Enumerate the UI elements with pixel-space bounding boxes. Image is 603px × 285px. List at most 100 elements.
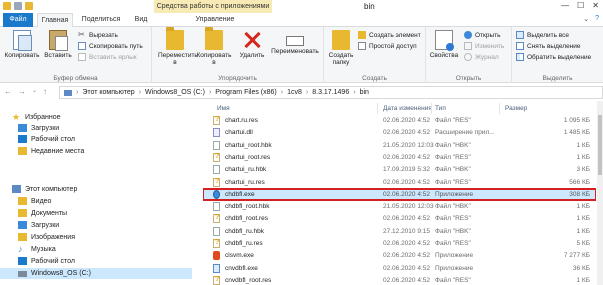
folder-icon[interactable] [3,2,11,10]
column-type[interactable]: Тип [435,105,446,112]
forward-arrow-icon[interactable]: → [18,87,26,96]
table-row-selected[interactable]: chdbfl.exe 02.06.2020 4:52 Приложение 308 К… [203,187,596,201]
new-folder-icon[interactable] [25,2,33,10]
file-size: 308 КБ [569,190,590,198]
nav-documents[interactable]: Документы [18,209,67,217]
save-icon[interactable] [14,2,22,10]
tab-view[interactable]: Вид [128,13,154,27]
select-all-button[interactable]: Выделить все [516,31,569,39]
copy-path-button[interactable]: Скопировать путь [78,42,143,50]
res-file-icon [213,152,220,162]
file-size: 36 КБ [572,264,590,272]
nav-drive[interactable]: Windows8_OS (C:) [0,268,192,279]
table-row[interactable]: chartui_ru.hbk 17.09.2019 5:32 Файл "HBK" 3… [203,164,596,175]
nav-music[interactable]: ♪ Музыка [18,244,56,254]
tab-file[interactable]: Файл [3,13,33,27]
res-file-icon [213,275,220,285]
move-folder-icon [166,27,184,50]
scrollbar-thumb[interactable] [598,115,602,175]
table-row[interactable]: chdbfl_ru.hbk 27.12.2010 9:15 Файл "HBK" 1 … [203,226,596,237]
file-type: Файл "RES" [435,117,471,124]
address-bar[interactable]: › Этот компьютер › Windows8_OS (C:) › Pr… [59,86,603,99]
select-none-button[interactable]: Снять выделение [516,42,581,50]
ribbon-controls: ⌄ ? [583,15,599,23]
properties-button[interactable]: Свойства [429,30,459,59]
table-row[interactable]: chartui_root.res 02.06.2020 4:52 Файл "RES… [203,152,596,163]
move-to-button[interactable]: Переместить в [158,27,198,66]
file-date: 02.06.2020 4:52 [383,117,430,124]
close-icon[interactable]: ✕ [592,0,599,11]
paste-shortcut-button[interactable]: Вставить ярлык [78,53,137,61]
cut-button[interactable]: ✂ Вырезать [78,31,118,39]
table-row[interactable]: clsvm.exe 02.06.2020 4:52 Приложение 7 277 … [203,250,596,261]
help-icon[interactable]: ? [595,15,599,23]
table-row[interactable]: cnvdbfl.exe 02.06.2020 4:52 Приложение 36 К… [203,263,596,274]
select-none-icon [516,42,524,50]
column-name[interactable]: Имя [217,105,230,112]
breadcrumb-this-pc[interactable]: Этот компьютер [82,89,134,96]
navigation-arrows: ← → ⌄ ↑ [4,87,47,96]
open-group: Свойства Открыть Изменить Журнал Открыть [426,27,512,83]
vertical-scrollbar[interactable] [597,101,603,285]
paste-button[interactable]: Вставить [41,30,75,59]
copy-to-button[interactable]: Копировать в [196,27,232,66]
nav-desktop-pc[interactable]: Рабочий стол [18,257,75,265]
table-row[interactable]: chart.ru.res 02.06.2020 4:52 Файл "RES" 1 0… [203,115,596,126]
dll-file-icon [213,128,220,138]
tab-home[interactable]: Главная [37,13,73,28]
delete-button[interactable]: Удалить [238,30,266,59]
nav-desktop[interactable]: Рабочий стол [18,135,75,143]
table-row[interactable]: chartui.dll 02.06.2020 4:52 Расширение при… [203,127,596,138]
breadcrumb-version[interactable]: 8.3.17.1496 [312,89,349,96]
open-button[interactable]: Открыть [464,31,501,39]
nav-this-pc[interactable]: Этот компьютер [12,185,77,193]
file-size: 5 КБ [576,240,590,247]
breadcrumb-1cv8[interactable]: 1cv8 [287,89,302,96]
tab-share[interactable]: Поделиться [76,13,126,27]
invert-selection-button[interactable]: Обратить выделение [516,53,591,61]
history-button[interactable]: Журнал [464,53,499,61]
breadcrumb-program-files[interactable]: Program Files (x86) [215,89,276,96]
nav-recent[interactable]: Недавние места [18,147,84,155]
application-icon [213,189,220,199]
open-group-label: Открыть [455,75,482,82]
window-controls: — ☐ ✕ [561,0,599,11]
document-icon [213,226,220,236]
maximize-icon[interactable]: ☐ [577,0,584,11]
res-file-icon [213,116,220,125]
new-item-icon [358,31,366,39]
chevron-down-icon[interactable]: ⌄ [32,87,37,96]
column-size[interactable]: Размер [505,105,527,112]
new-item-button[interactable]: Создать элемент [358,31,421,39]
up-arrow-icon[interactable]: ↑ [43,87,47,96]
table-row[interactable]: chdbfl_root.res 02.06.2020 4:52 Файл "RES"… [203,213,596,224]
column-date[interactable]: Дата изменения [383,105,432,112]
table-row[interactable]: cnvdbfl_root.res 02.06.2020 4:52 Файл "RES… [203,275,596,285]
copy-button[interactable]: Копировать [3,30,41,59]
nav-downloads-pc[interactable]: Загрузки [18,221,59,229]
edit-button[interactable]: Изменить [464,42,504,50]
breadcrumb-drive[interactable]: Windows8_OS (C:) [145,89,205,96]
chevron-down-icon[interactable]: ⌄ [583,15,589,23]
nav-video[interactable]: Видео [18,197,51,205]
easy-access-button[interactable]: Простой доступ [358,42,417,50]
file-date: 02.06.2020 4:52 [383,276,430,284]
breadcrumb-bin[interactable]: bin [360,89,369,96]
rename-button[interactable]: Переименовать [268,30,322,55]
table-row[interactable]: chdbfl_root.hbk 21.05.2020 12:03 Файл "HBK… [203,201,596,212]
new-folder-button[interactable]: Создать папку [327,30,355,66]
nav-downloads[interactable]: Загрузки [18,124,59,132]
tab-manage[interactable]: Управление [158,13,272,27]
table-row[interactable]: chartui_ru.res 02.06.2020 4:52 Файл "RES" 5… [203,177,596,188]
document-icon [213,165,220,175]
nav-pictures[interactable]: Изображения [18,233,75,241]
nav-favorites[interactable]: ★ Избранное [12,113,60,122]
file-type: Файл "RES" [435,240,471,247]
table-row[interactable]: chartui_root.hbk 21.05.2020 12:03 Файл "HB… [203,140,596,151]
file-name: chdbfl_root.res [225,215,268,223]
invert-selection-icon [516,53,524,61]
music-icon: ♪ [18,244,23,254]
table-row[interactable]: chdbfl_ru.res 02.06.2020 4:52 Файл "RES" 5 … [203,238,596,249]
minimize-icon[interactable]: — [561,0,569,11]
back-arrow-icon[interactable]: ← [4,87,12,96]
